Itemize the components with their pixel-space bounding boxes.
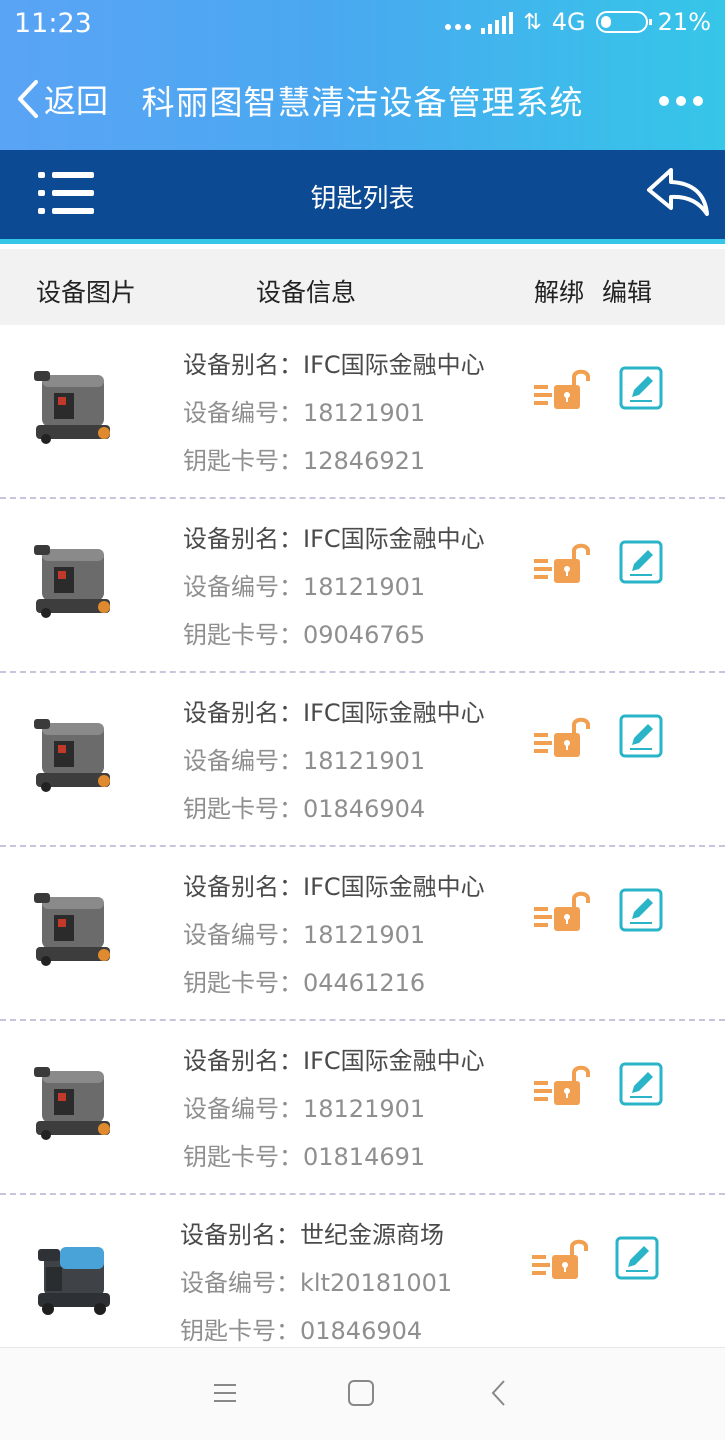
alias-value: 世纪金源商场 xyxy=(300,1221,444,1249)
device-list: 设备别名：IFC国际金融中心 设备编号：18121901 钥匙卡号：128469… xyxy=(0,325,725,1363)
number-label: 设备编号： xyxy=(183,1095,303,1123)
alias-label: 设备别名： xyxy=(180,1221,300,1249)
unlock-icon[interactable] xyxy=(532,1237,590,1281)
unlock-icon[interactable] xyxy=(534,541,592,585)
network-type: 4G xyxy=(551,8,586,36)
alias-value: IFC国际金融中心 xyxy=(303,525,485,553)
list-item[interactable]: 设备别名：IFC国际金融中心 设备编号：18121901 钥匙卡号：128469… xyxy=(0,325,725,499)
device-info: 设备别名：IFC国际金融中心 设备编号：18121901 钥匙卡号：044612… xyxy=(183,863,485,1007)
alias-label: 设备别名： xyxy=(183,525,303,553)
card-label: 钥匙卡号： xyxy=(183,795,303,823)
list-item[interactable]: 设备别名：IFC国际金融中心 设备编号：18121901 钥匙卡号：018469… xyxy=(0,673,725,847)
list-item[interactable]: 设备别名：世纪金源商场 设备编号：klt20181001 钥匙卡号：018469… xyxy=(0,1195,725,1363)
device-info: 设备别名：IFC国际金融中心 设备编号：18121901 钥匙卡号：018146… xyxy=(183,1037,485,1181)
device-image xyxy=(34,371,110,444)
device-image xyxy=(34,545,110,618)
app-title: 科丽图智慧清洁设备管理系统 xyxy=(141,83,584,122)
table-header: 设备图片 设备信息 解绑 编辑 xyxy=(0,249,725,325)
device-info: 设备别名：世纪金源商场 设备编号：klt20181001 钥匙卡号：018469… xyxy=(180,1211,452,1355)
page-title: 钥匙列表 xyxy=(310,184,415,214)
edit-icon[interactable] xyxy=(618,539,664,585)
number-label: 设备编号： xyxy=(183,573,303,601)
recent-apps-icon[interactable] xyxy=(210,1378,240,1408)
notification-dots-icon xyxy=(445,10,472,34)
device-info: 设备别名：IFC国际金融中心 设备编号：18121901 钥匙卡号：128469… xyxy=(183,341,485,485)
signal-icon xyxy=(481,10,514,34)
number-value: klt20181001 xyxy=(300,1269,453,1297)
header-unbind: 解绑 xyxy=(534,278,585,307)
list-item[interactable]: 设备别名：IFC国际金融中心 设备编号：18121901 钥匙卡号：018146… xyxy=(0,1021,725,1195)
card-label: 钥匙卡号： xyxy=(183,447,303,475)
edit-icon[interactable] xyxy=(618,887,664,933)
list-item[interactable]: 设备别名：IFC国际金融中心 设备编号：18121901 钥匙卡号：090467… xyxy=(0,499,725,673)
alias-value: IFC国际金融中心 xyxy=(303,873,485,901)
number-value: 18121901 xyxy=(303,1095,426,1123)
card-label: 钥匙卡号： xyxy=(183,1143,303,1171)
alias-label: 设备别名： xyxy=(183,873,303,901)
card-value: 04461216 xyxy=(303,969,426,997)
edit-icon[interactable] xyxy=(618,713,664,759)
sub-bar: 钥匙列表 xyxy=(0,150,725,244)
card-value: 01814691 xyxy=(303,1143,426,1171)
status-time: 11:23 xyxy=(14,8,92,39)
number-value: 18121901 xyxy=(303,747,426,775)
device-image xyxy=(34,719,110,792)
reply-icon[interactable] xyxy=(643,164,711,218)
alias-label: 设备别名： xyxy=(183,351,303,379)
system-nav-bar xyxy=(0,1347,725,1440)
edit-icon[interactable] xyxy=(614,1235,660,1281)
number-label: 设备编号： xyxy=(183,399,303,427)
back-nav-icon[interactable] xyxy=(484,1378,514,1408)
battery-level: 21% xyxy=(657,8,711,36)
card-value: 01846904 xyxy=(303,795,426,823)
device-info: 设备别名：IFC国际金融中心 设备编号：18121901 钥匙卡号：018469… xyxy=(183,689,485,833)
number-value: 18121901 xyxy=(303,573,426,601)
device-image xyxy=(38,1247,110,1315)
edit-icon[interactable] xyxy=(618,365,664,411)
data-arrows-icon: ⇅ xyxy=(523,9,542,35)
list-item[interactable]: 设备别名：IFC国际金融中心 设备编号：18121901 钥匙卡号：044612… xyxy=(0,847,725,1021)
home-icon[interactable] xyxy=(346,1378,376,1408)
card-value: 09046765 xyxy=(303,621,426,649)
title-bar: 返回 科丽图智慧清洁设备管理系统 xyxy=(0,52,725,148)
card-label: 钥匙卡号： xyxy=(183,621,303,649)
header-info: 设备信息 xyxy=(256,278,357,307)
device-info: 设备别名：IFC国际金融中心 设备编号：18121901 钥匙卡号：090467… xyxy=(183,515,485,659)
alias-label: 设备别名： xyxy=(183,1047,303,1075)
number-value: 18121901 xyxy=(303,399,426,427)
status-bar: 11:23 ⇅ 4G 21% xyxy=(0,0,725,52)
edit-icon[interactable] xyxy=(618,1061,664,1107)
device-image xyxy=(34,893,110,966)
number-label: 设备编号： xyxy=(183,921,303,949)
alias-value: IFC国际金融中心 xyxy=(303,1047,485,1075)
unlock-icon[interactable] xyxy=(534,715,592,759)
status-right: ⇅ 4G 21% xyxy=(445,8,711,36)
alias-value: IFC国际金融中心 xyxy=(303,699,485,727)
battery-icon xyxy=(595,11,652,33)
header-image: 设备图片 xyxy=(36,278,137,307)
number-label: 设备编号： xyxy=(183,747,303,775)
alias-label: 设备别名： xyxy=(183,699,303,727)
unlock-icon[interactable] xyxy=(534,367,592,411)
unlock-icon[interactable] xyxy=(534,889,592,933)
number-label: 设备编号： xyxy=(180,1269,300,1297)
card-label: 钥匙卡号： xyxy=(180,1317,300,1345)
card-value: 01846904 xyxy=(300,1317,423,1345)
device-image xyxy=(34,1067,110,1140)
card-label: 钥匙卡号： xyxy=(183,969,303,997)
number-value: 18121901 xyxy=(303,921,426,949)
card-value: 12846921 xyxy=(303,447,426,475)
alias-value: IFC国际金融中心 xyxy=(303,351,485,379)
header-edit: 编辑 xyxy=(602,278,653,307)
unlock-icon[interactable] xyxy=(534,1063,592,1107)
more-icon[interactable] xyxy=(659,96,703,106)
